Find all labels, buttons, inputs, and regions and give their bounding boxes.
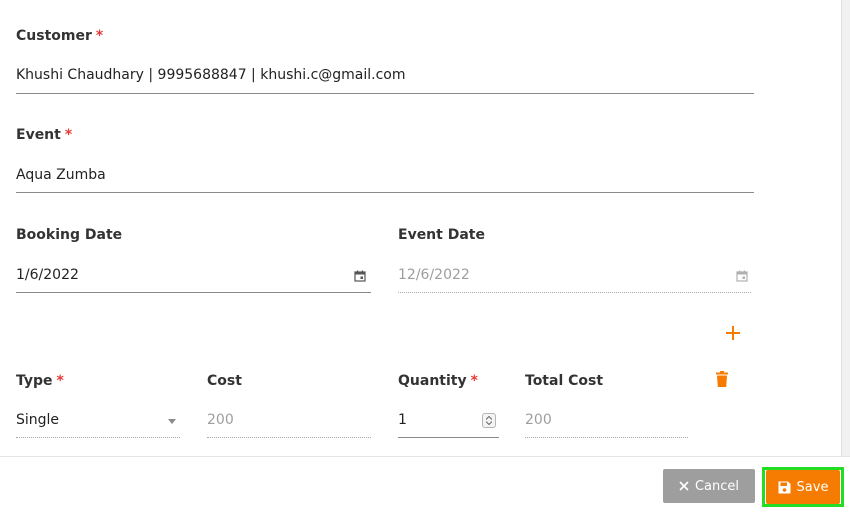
required-mark: * bbox=[56, 373, 64, 389]
save-button[interactable]: Save bbox=[766, 470, 840, 504]
type-select[interactable]: Single bbox=[16, 412, 59, 428]
scrollbar-track[interactable] bbox=[841, 0, 850, 456]
booking-date-underline bbox=[16, 292, 371, 293]
caret-down-icon[interactable] bbox=[168, 419, 176, 424]
event-date-input: 12/6/2022 bbox=[398, 267, 470, 283]
event-underline bbox=[16, 192, 754, 193]
required-mark: * bbox=[470, 373, 478, 389]
event-date-underline bbox=[398, 292, 751, 293]
customer-underline bbox=[16, 93, 754, 94]
floppy-disk-icon bbox=[778, 481, 791, 493]
customer-label: Customer * bbox=[16, 28, 104, 44]
booking-date-label: Booking Date bbox=[16, 227, 123, 243]
quantity-input[interactable]: 1 bbox=[398, 412, 407, 428]
stepper-arrows-icon[interactable] bbox=[486, 416, 492, 425]
total-cost-underline bbox=[525, 437, 688, 438]
required-mark: * bbox=[64, 127, 73, 143]
trash-icon[interactable] bbox=[716, 371, 728, 387]
cancel-button-label: Cancel bbox=[694, 478, 740, 494]
event-input[interactable]: Aqua Zumba bbox=[16, 167, 106, 183]
save-button-label: Save bbox=[796, 479, 829, 495]
footer-divider bbox=[0, 456, 850, 457]
quantity-label: Quantity * bbox=[398, 373, 478, 389]
customer-input[interactable]: Khushi Chaudhary | 9995688847 | khushi.c… bbox=[16, 67, 406, 83]
close-icon bbox=[679, 481, 689, 491]
type-label: Type * bbox=[16, 373, 64, 389]
cost-label: Cost bbox=[207, 373, 242, 389]
type-underline bbox=[16, 437, 180, 438]
quantity-stepper[interactable] bbox=[482, 413, 496, 428]
booking-date-input[interactable]: 1/6/2022 bbox=[16, 267, 79, 283]
total-cost-label: Total Cost bbox=[525, 373, 604, 389]
cost-underline bbox=[207, 437, 371, 438]
cost-input: 200 bbox=[207, 412, 234, 428]
total-cost-input: 200 bbox=[525, 412, 552, 428]
cancel-button[interactable]: Cancel bbox=[663, 469, 755, 503]
plus-icon[interactable] bbox=[726, 326, 740, 340]
event-label: Event * bbox=[16, 127, 73, 143]
calendar-icon[interactable] bbox=[354, 270, 366, 282]
required-mark: * bbox=[95, 28, 104, 44]
calendar-icon bbox=[736, 270, 748, 282]
event-date-label: Event Date bbox=[398, 227, 485, 243]
quantity-underline bbox=[398, 437, 499, 438]
